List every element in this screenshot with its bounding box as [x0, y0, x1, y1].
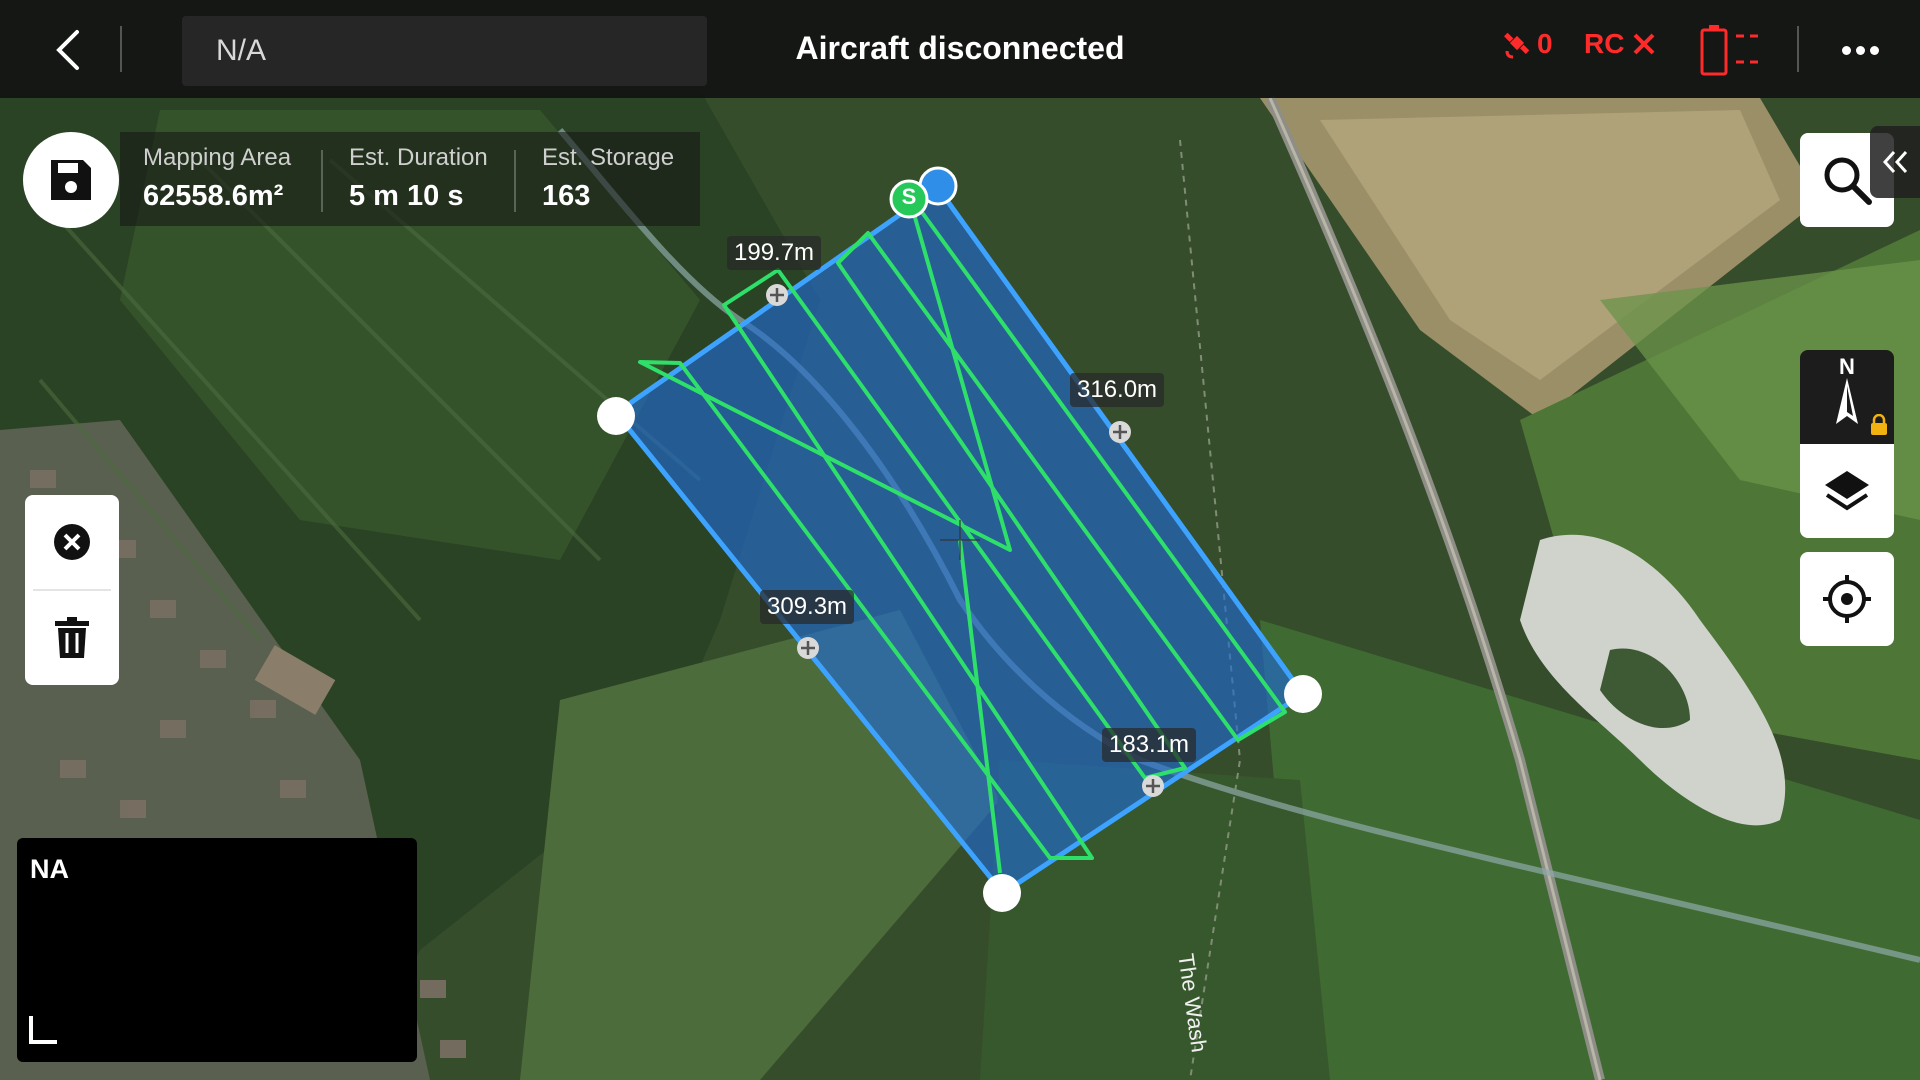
compass-north-label: N — [1839, 354, 1855, 379]
minimap-label: NA — [30, 854, 69, 884]
stat-value: 163 — [542, 180, 591, 212]
double-chevron-left-icon — [1882, 150, 1908, 174]
stat-label: Est. Duration — [349, 144, 488, 171]
stat-label: Est. Storage — [542, 144, 675, 171]
stat-value: 62558.6m² — [143, 180, 284, 212]
compass-icon — [1836, 378, 1858, 424]
mapping-stats-panel: Mapping Area 62558.6m² Est. Duration 5 m… — [120, 132, 700, 226]
divider — [1797, 26, 1799, 72]
map-layers-button[interactable] — [1800, 444, 1894, 538]
edit-tools-panel — [25, 495, 119, 685]
vertex-handle[interactable] — [597, 397, 635, 435]
rc-label: RC — [1584, 28, 1625, 59]
stat-value: 5 m 10 s — [349, 180, 464, 212]
start-point-label: S — [901, 184, 917, 209]
locate-panel — [1800, 552, 1894, 646]
compass-button[interactable]: N — [1800, 350, 1894, 444]
camera-minimap-view[interactable]: NA — [17, 838, 417, 1062]
midpoint-add-icon[interactable] — [766, 284, 788, 306]
divider — [514, 150, 516, 212]
lock-icon — [1871, 414, 1887, 435]
stat-label: Mapping Area — [143, 144, 292, 171]
close-circle-icon — [54, 524, 90, 560]
layers-icon — [1825, 471, 1869, 511]
stat-est-storage: Est. Storage 163 — [542, 144, 674, 213]
locate-button[interactable] — [1800, 552, 1894, 646]
top-bar: N/A Aircraft disconnected 0 RC — [0, 0, 1920, 98]
gps-status[interactable]: 0 — [1503, 28, 1553, 60]
battery-icon — [1700, 25, 1758, 76]
gps-count: 0 — [1537, 28, 1553, 59]
midpoint-add-icon[interactable] — [797, 637, 819, 659]
rc-status[interactable]: RC — [1584, 28, 1656, 60]
edge-length-label: 316.0m — [1070, 373, 1165, 407]
satellite-icon — [1504, 32, 1530, 59]
vertex-handle[interactable] — [1284, 675, 1322, 713]
layers-panel — [1800, 444, 1894, 538]
search-icon — [1824, 157, 1872, 205]
save-button[interactable] — [23, 132, 119, 228]
edge-length-label: 183.1m — [1102, 728, 1197, 762]
midpoint-add-icon[interactable] — [1142, 775, 1164, 797]
crosshair-location-icon — [1823, 575, 1871, 623]
edge-length-label: 309.3m — [760, 590, 855, 624]
close-icon — [1634, 33, 1655, 55]
divider — [321, 150, 323, 212]
corner-resize-icon[interactable] — [27, 1014, 59, 1046]
clear-button[interactable] — [25, 495, 119, 589]
more-button[interactable] — [1834, 30, 1888, 70]
delete-button[interactable] — [25, 591, 119, 685]
stat-est-duration: Est. Duration 5 m 10 s — [349, 144, 488, 213]
vertex-handle[interactable] — [983, 874, 1021, 912]
midpoint-add-icon[interactable] — [1109, 421, 1131, 443]
edge-length-label: 199.7m — [727, 236, 822, 270]
collapse-panel-button[interactable] — [1870, 126, 1920, 198]
trash-icon — [55, 617, 89, 658]
save-icon — [51, 160, 91, 200]
battery-status[interactable] — [1700, 24, 1762, 81]
stat-mapping-area: Mapping Area 62558.6m² — [143, 144, 291, 213]
